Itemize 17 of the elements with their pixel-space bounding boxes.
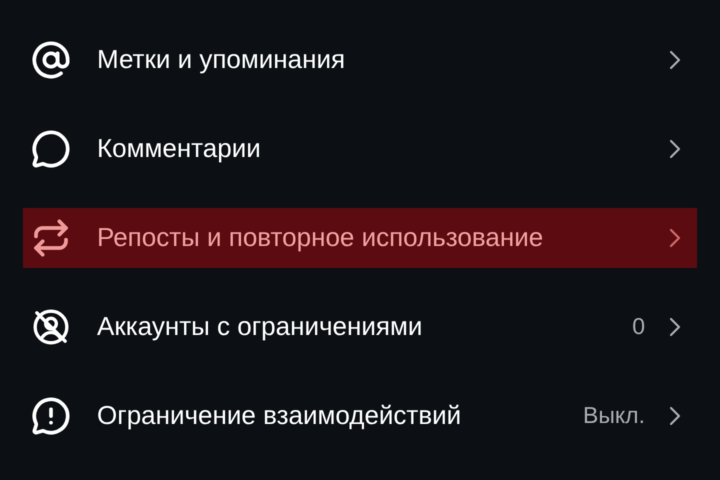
- row-label: Репосты и повторное использование: [97, 221, 544, 254]
- row-label: Аккаунты с ограничениями: [97, 310, 422, 343]
- settings-row[interactable]: Аккаунты с ограничениями 0: [23, 296, 697, 356]
- row-value: 0: [632, 312, 645, 342]
- repost-icon: [31, 218, 71, 258]
- row-value: Выкл.: [582, 401, 645, 430]
- at-sign-icon: [31, 40, 71, 80]
- settings-row[interactable]: Ограничение взаимодействий Выкл.: [23, 386, 697, 446]
- row-label: Ограничение взаимодействий: [97, 399, 462, 432]
- speech-bubble-icon: [31, 128, 71, 168]
- settings-row[interactable]: Комментарии: [23, 118, 697, 178]
- crossed-out-person-icon: [31, 306, 71, 346]
- row-label: Комментарии: [97, 132, 261, 165]
- settings-row[interactable]: Репосты и повторное использование: [23, 208, 697, 268]
- exclamation-bubble-icon: [31, 396, 71, 436]
- settings-row[interactable]: Метки и упоминания: [23, 30, 697, 90]
- row-label: Метки и упоминания: [97, 43, 346, 76]
